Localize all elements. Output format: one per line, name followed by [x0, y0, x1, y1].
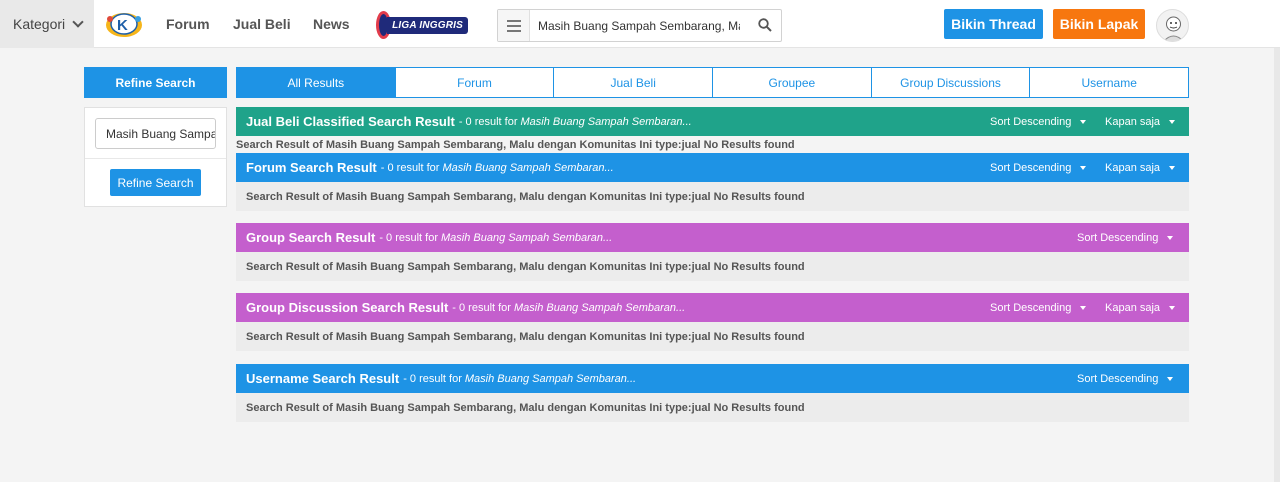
- sort-label: Sort Descending: [990, 115, 1072, 128]
- sort-label: Sort Descending: [1077, 372, 1159, 385]
- divider: [85, 158, 226, 159]
- result-count: - 0 result for: [379, 231, 438, 244]
- no-results-message: Search Result of Masih Buang Sampah Semb…: [236, 138, 795, 151]
- kategori-label: Kategori: [13, 16, 66, 32]
- nav-forum[interactable]: Forum: [166, 16, 210, 32]
- menu-icon[interactable]: [498, 10, 530, 41]
- caret-down-icon: [1167, 235, 1174, 240]
- result-count: - 0 result for: [452, 301, 511, 314]
- sort-dropdown[interactable]: Sort Descending: [990, 107, 1087, 136]
- section-header: Group Search Result - 0 result for Masih…: [236, 223, 1189, 252]
- kaskus-logo[interactable]: K: [104, 9, 144, 39]
- tab-all-results[interactable]: All Results: [236, 67, 396, 98]
- nav-news[interactable]: News: [313, 16, 350, 32]
- sort-dropdown[interactable]: Sort Descending: [990, 153, 1087, 182]
- no-results-message: Search Result of Masih Buang Sampah Semb…: [236, 182, 1189, 211]
- section-title: Group Discussion Search Result: [246, 300, 449, 315]
- result-tabs: All Results Forum Jual Beli Groupee Grou…: [236, 67, 1190, 98]
- section-title: Group Search Result: [246, 230, 376, 245]
- no-results-message: Search Result of Masih Buang Sampah Semb…: [236, 252, 1189, 281]
- caret-down-icon: [1080, 305, 1087, 310]
- section-header: Forum Search Result - 0 result for Masih…: [236, 153, 1189, 182]
- time-label: Kapan saja: [1105, 115, 1161, 128]
- section-title: Forum Search Result: [246, 160, 377, 175]
- result-count: - 0 result for: [458, 115, 518, 128]
- time-dropdown[interactable]: Kapan saja: [1105, 107, 1176, 136]
- result-count: - 0 result for: [403, 372, 462, 385]
- time-label: Kapan saja: [1105, 301, 1161, 314]
- no-results-message: Search Result of Masih Buang Sampah Semb…: [236, 322, 1189, 351]
- refine-search-panel: Refine Search: [84, 107, 227, 207]
- refine-search-input[interactable]: [95, 118, 216, 149]
- top-search-box: [497, 9, 782, 42]
- time-label: Kapan saja: [1105, 161, 1161, 174]
- section-title: Username Search Result: [246, 371, 400, 386]
- result-query: Masih Buang Sampah Sembaran...: [464, 372, 637, 385]
- result-query: Masih Buang Sampah Sembaran...: [441, 231, 613, 244]
- liga-inggris-banner[interactable]: LIGA INGGRIS: [376, 11, 468, 39]
- caret-down-icon: [1169, 165, 1176, 170]
- caret-down-icon: [1080, 119, 1087, 124]
- result-query: Masih Buang Sampah Sembaran...: [442, 161, 614, 174]
- sort-label: Sort Descending: [1077, 231, 1159, 244]
- kategori-dropdown[interactable]: Kategori: [0, 0, 94, 48]
- search-icon[interactable]: [758, 18, 772, 32]
- svg-text:K: K: [117, 17, 128, 34]
- caret-down-icon: [1169, 305, 1176, 310]
- section-header: Jual Beli Classified Search Result - 0 r…: [236, 107, 1189, 136]
- avatar-icon: [1163, 16, 1184, 41]
- refine-search-button[interactable]: Refine Search: [110, 169, 201, 196]
- username-result-section: Username Search Result - 0 result for Ma…: [236, 364, 1189, 422]
- section-title: Jual Beli Classified Search Result: [246, 114, 455, 129]
- group-result-section: Group Search Result - 0 result for Masih…: [236, 223, 1189, 281]
- time-dropdown[interactable]: Kapan saja: [1105, 153, 1176, 182]
- nav-jual-beli[interactable]: Jual Beli: [233, 16, 291, 32]
- bikin-lapak-button[interactable]: Bikin Lapak: [1053, 9, 1145, 39]
- bikin-thread-button[interactable]: Bikin Thread: [944, 9, 1043, 39]
- section-header: Group Discussion Search Result - 0 resul…: [236, 293, 1189, 322]
- result-query: Masih Buang Sampah Sembaran...: [520, 115, 692, 128]
- chevron-down-icon: [72, 16, 84, 28]
- no-results-message: Search Result of Masih Buang Sampah Semb…: [236, 393, 1189, 422]
- sort-label: Sort Descending: [990, 161, 1072, 174]
- tab-forum[interactable]: Forum: [394, 67, 555, 98]
- group-discussion-result-section: Group Discussion Search Result - 0 resul…: [236, 293, 1189, 351]
- liga-inggris-label: LIGA INGGRIS: [387, 16, 468, 34]
- sort-dropdown[interactable]: Sort Descending: [1077, 223, 1174, 252]
- result-query: Masih Buang Sampah Sembaran...: [513, 301, 686, 314]
- sort-dropdown[interactable]: Sort Descending: [1077, 364, 1174, 393]
- caret-down-icon: [1167, 376, 1174, 381]
- refine-search-header: Refine Search: [84, 67, 227, 98]
- sort-label: Sort Descending: [990, 301, 1072, 314]
- caret-down-icon: [1080, 165, 1087, 170]
- tab-jual-beli[interactable]: Jual Beli: [553, 67, 714, 98]
- forum-result-section: Forum Search Result - 0 result for Masih…: [236, 153, 1189, 211]
- top-search-input[interactable]: [530, 18, 740, 33]
- user-avatar[interactable]: [1156, 9, 1189, 42]
- tab-groupee[interactable]: Groupee: [712, 67, 872, 98]
- tab-group-discussions[interactable]: Group Discussions: [870, 67, 1031, 98]
- top-navbar: Kategori K Forum Jual Beli News LIGA ING…: [0, 0, 1280, 48]
- caret-down-icon: [1169, 119, 1176, 124]
- scrollbar[interactable]: [1274, 48, 1280, 482]
- result-count: - 0 result for: [380, 161, 440, 174]
- section-header: Username Search Result - 0 result for Ma…: [236, 364, 1189, 393]
- tab-username[interactable]: Username: [1029, 67, 1190, 98]
- sort-dropdown[interactable]: Sort Descending: [990, 293, 1087, 322]
- jual-beli-result-section: Jual Beli Classified Search Result - 0 r…: [236, 107, 1189, 153]
- time-dropdown[interactable]: Kapan saja: [1105, 293, 1176, 322]
